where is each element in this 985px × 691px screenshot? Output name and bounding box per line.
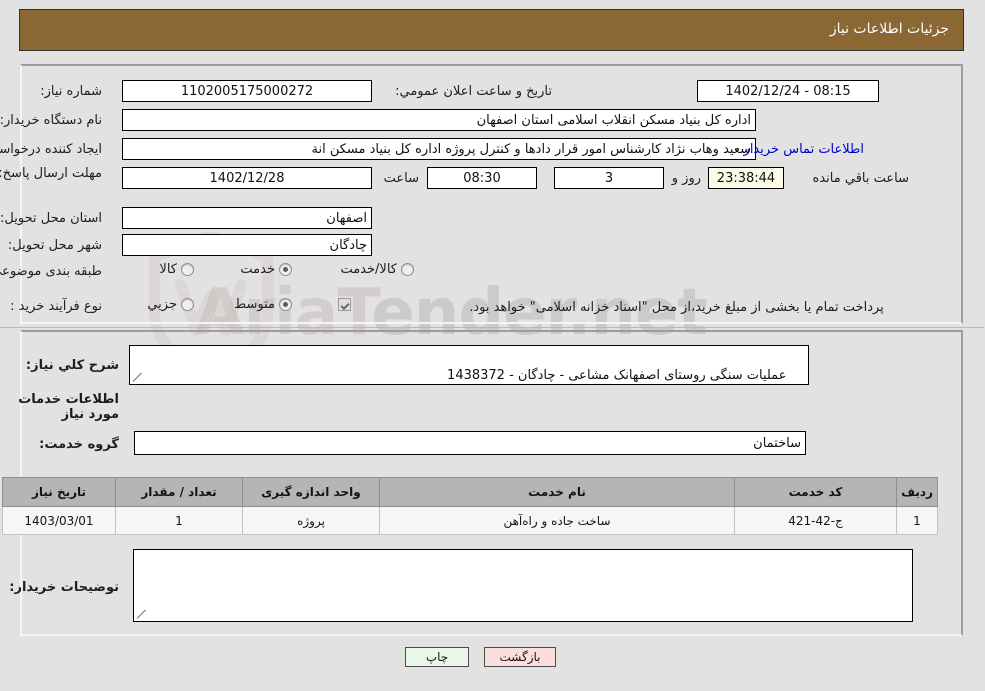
purchase-type-radio-motavaset[interactable]: متوسط [235, 297, 293, 312]
need-number-label: شماره نیاز: [41, 84, 103, 99]
delivery-province-field[interactable]: اصفهان [123, 207, 373, 229]
table-row: 1 ج-42-421 ساخت جاده و راه‌آهن پروژه 1 1… [3, 506, 939, 535]
cell-code: ج-42-421 [735, 506, 898, 535]
radio-indicator-jozii[interactable] [182, 298, 195, 311]
buyer-contact-link[interactable]: اطلاعات تماس خریدار [745, 142, 865, 157]
buyer-notes-textarea[interactable] [134, 549, 914, 622]
remaining-days-field[interactable]: 3 [555, 167, 665, 189]
deadline-time-field[interactable]: 08:30 [428, 167, 538, 189]
general-desc-textarea[interactable]: عملیات سنگی روستای اصفهانک مشاعی - چادگا… [130, 345, 810, 385]
buyer-notes-label: توضیحات خریدار: [10, 580, 120, 595]
radio-indicator-kala[interactable] [182, 263, 195, 276]
table-col-radif: ردیف [897, 477, 939, 507]
section-divider [0, 327, 985, 328]
category-option-label-kala: کالا [160, 262, 178, 277]
radio-indicator-kala-khedmat[interactable] [402, 263, 415, 276]
remaining-days-label: روز و [672, 171, 702, 186]
category-radio-kala-khedmat[interactable]: کالا/خدمت [341, 262, 415, 277]
announce-datetime-label: تاریخ و ساعت اعلان عمومي: [396, 84, 553, 99]
requester-label: ایجاد کننده درخواست: [0, 142, 103, 157]
cell-name: ساخت جاده و راه‌آهن [380, 506, 736, 535]
general-desc-value: عملیات سنگی روستای اصفهانک مشاعی - چادگا… [448, 367, 788, 383]
services-heading: اطلاعات خدمات مورد نیاز [19, 392, 120, 422]
cell-date: 1403/03/01 [3, 506, 117, 535]
purchase-type-option-label-motavaset: متوسط [235, 297, 276, 312]
service-group-label: گروه خدمت: [40, 437, 120, 452]
resize-grip-icon-notes[interactable] [137, 610, 147, 620]
need-number-field[interactable]: 1102005175000272 [123, 80, 373, 102]
buyer-org-field[interactable]: اداره کل بنیاد مسکن انقلاب اسلامی استان … [123, 109, 757, 131]
general-desc-label: شرح کلي نیاز: [26, 358, 120, 373]
cell-unit: پروژه [243, 506, 381, 535]
cell-qty: 1 [116, 506, 244, 535]
service-group-field[interactable]: ساختمان [135, 431, 807, 455]
delivery-city-field[interactable]: چادگان [123, 234, 373, 256]
remaining-clock-field: 23:38:44 [709, 167, 785, 189]
treasury-bond-note: پرداخت تمام یا بخشی از مبلغ خرید،از محل … [470, 300, 885, 315]
purchase-type-label: نوع فرآیند خرید : [11, 299, 103, 314]
category-option-label-kala-khedmat: کالا/خدمت [341, 262, 398, 277]
buyer-org-label: نام دستگاه خریدار: [0, 113, 103, 128]
delivery-city-label: شهر محل تحویل: [8, 238, 103, 253]
print-button[interactable]: چاپ [406, 647, 470, 667]
category-radio-kala[interactable]: کالا [160, 262, 195, 277]
remaining-clock-label: ساعت باقي مانده [813, 171, 910, 186]
need-info-panel [21, 64, 964, 324]
table-col-date: تاریخ نیاز [3, 477, 117, 507]
category-radio-khedmat[interactable]: خدمت [241, 262, 293, 277]
category-label: طبقه بندی موضوعی: [0, 264, 103, 279]
table-col-qty: تعداد / مقدار [116, 477, 244, 507]
services-table: ردیف کد خدمت نام خدمت واحد اندازه گیری ت… [3, 477, 939, 535]
purchase-type-radio-jozii[interactable]: جزیي [148, 297, 195, 312]
resize-grip-icon[interactable] [133, 373, 143, 383]
cell-radif: 1 [897, 506, 939, 535]
deadline-label: مهلت ارسال پاسخ: تا تاریخ: [0, 166, 103, 181]
deadline-date-field[interactable]: 1402/12/28 [123, 167, 373, 189]
page-title: جزئیات اطلاعات نیاز [830, 21, 950, 37]
treasury-bond-checkbox[interactable] [339, 298, 352, 311]
table-col-name: نام خدمت [380, 477, 736, 507]
delivery-province-label: استان محل تحویل: [1, 211, 103, 226]
table-col-code: کد خدمت [735, 477, 898, 507]
back-button[interactable]: بازگشت [485, 647, 557, 667]
radio-indicator-khedmat[interactable] [280, 263, 293, 276]
page-title-bar: جزئیات اطلاعات نیاز [20, 9, 965, 51]
table-col-unit: واحد اندازه گیری [243, 477, 381, 507]
announce-datetime-field[interactable]: 1402/12/24 - 08:15 [698, 80, 880, 102]
category-option-label-khedmat: خدمت [241, 262, 276, 277]
table-header-row: ردیف کد خدمت نام خدمت واحد اندازه گیری ت… [3, 477, 939, 507]
deadline-time-label: ساعت [384, 171, 420, 186]
purchase-type-option-label-jozii: جزیي [148, 297, 178, 312]
radio-indicator-motavaset[interactable] [280, 298, 293, 311]
requester-field[interactable]: سعید وهاب نژاد کارشناس امور قرار دادها و… [123, 138, 757, 160]
